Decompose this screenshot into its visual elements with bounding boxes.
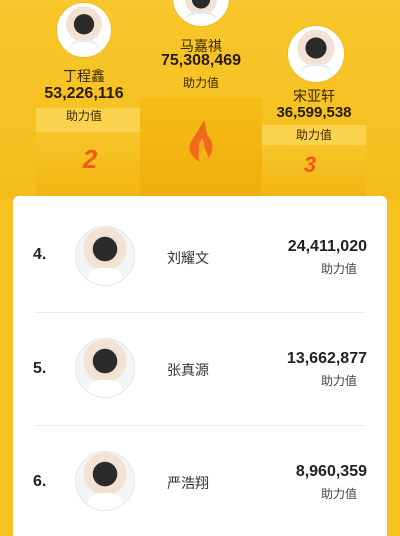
avatar-third[interactable] xyxy=(288,26,344,82)
podium-first-unit: 助力值 xyxy=(182,76,219,90)
list-item[interactable]: 4. 刘耀文 24,411,020 助力值 xyxy=(13,196,387,308)
podium-third-unit: 助力值 xyxy=(295,128,332,142)
flame-emblem-icon xyxy=(189,120,213,162)
list-score: 24,411,020 xyxy=(287,238,367,255)
list-item[interactable]: 6. 严浩翔 8,960,359 助力值 xyxy=(13,425,387,536)
list-unit: 助力值 xyxy=(320,262,357,276)
avatar[interactable] xyxy=(75,226,135,286)
list-score: 13,662,877 xyxy=(286,350,367,367)
avatar[interactable] xyxy=(75,338,135,398)
avatar-first[interactable] xyxy=(173,0,229,26)
podium-third-score: 36,599,538 xyxy=(276,104,352,121)
podium-second-score: 53,226,116 xyxy=(44,85,124,102)
list-rank: 5. xyxy=(33,360,47,377)
list-rank: 4. xyxy=(33,246,47,263)
list-name: 刘耀文 xyxy=(167,251,209,267)
list-unit: 助力值 xyxy=(320,374,357,388)
list-name: 严浩翔 xyxy=(167,476,209,492)
list-unit: 助力值 xyxy=(320,487,357,501)
list-rank: 6. xyxy=(33,473,47,490)
ranking-list-card: 4. 刘耀文 24,411,020 助力值 5. 张真源 13,662,877 … xyxy=(13,196,387,536)
podium-second-rank: 2 xyxy=(82,144,98,174)
podium-third-name: 宋亚轩 xyxy=(293,89,335,105)
podium-second-unit: 助力值 xyxy=(65,109,102,123)
avatar[interactable] xyxy=(75,451,135,511)
list-item[interactable]: 5. 张真源 13,662,877 助力值 xyxy=(13,312,387,424)
list-score: 8,960,359 xyxy=(295,463,367,480)
avatar-second[interactable] xyxy=(57,3,111,57)
podium-first-score: 75,308,469 xyxy=(160,52,242,69)
podium: 马嘉祺 75,308,469 助力值 丁程鑫 53,226,116 助力值 2 … xyxy=(0,0,400,200)
list-name: 张真源 xyxy=(167,363,209,379)
podium-third-rank: 3 xyxy=(303,152,317,177)
podium-second-name: 丁程鑫 xyxy=(63,69,105,85)
